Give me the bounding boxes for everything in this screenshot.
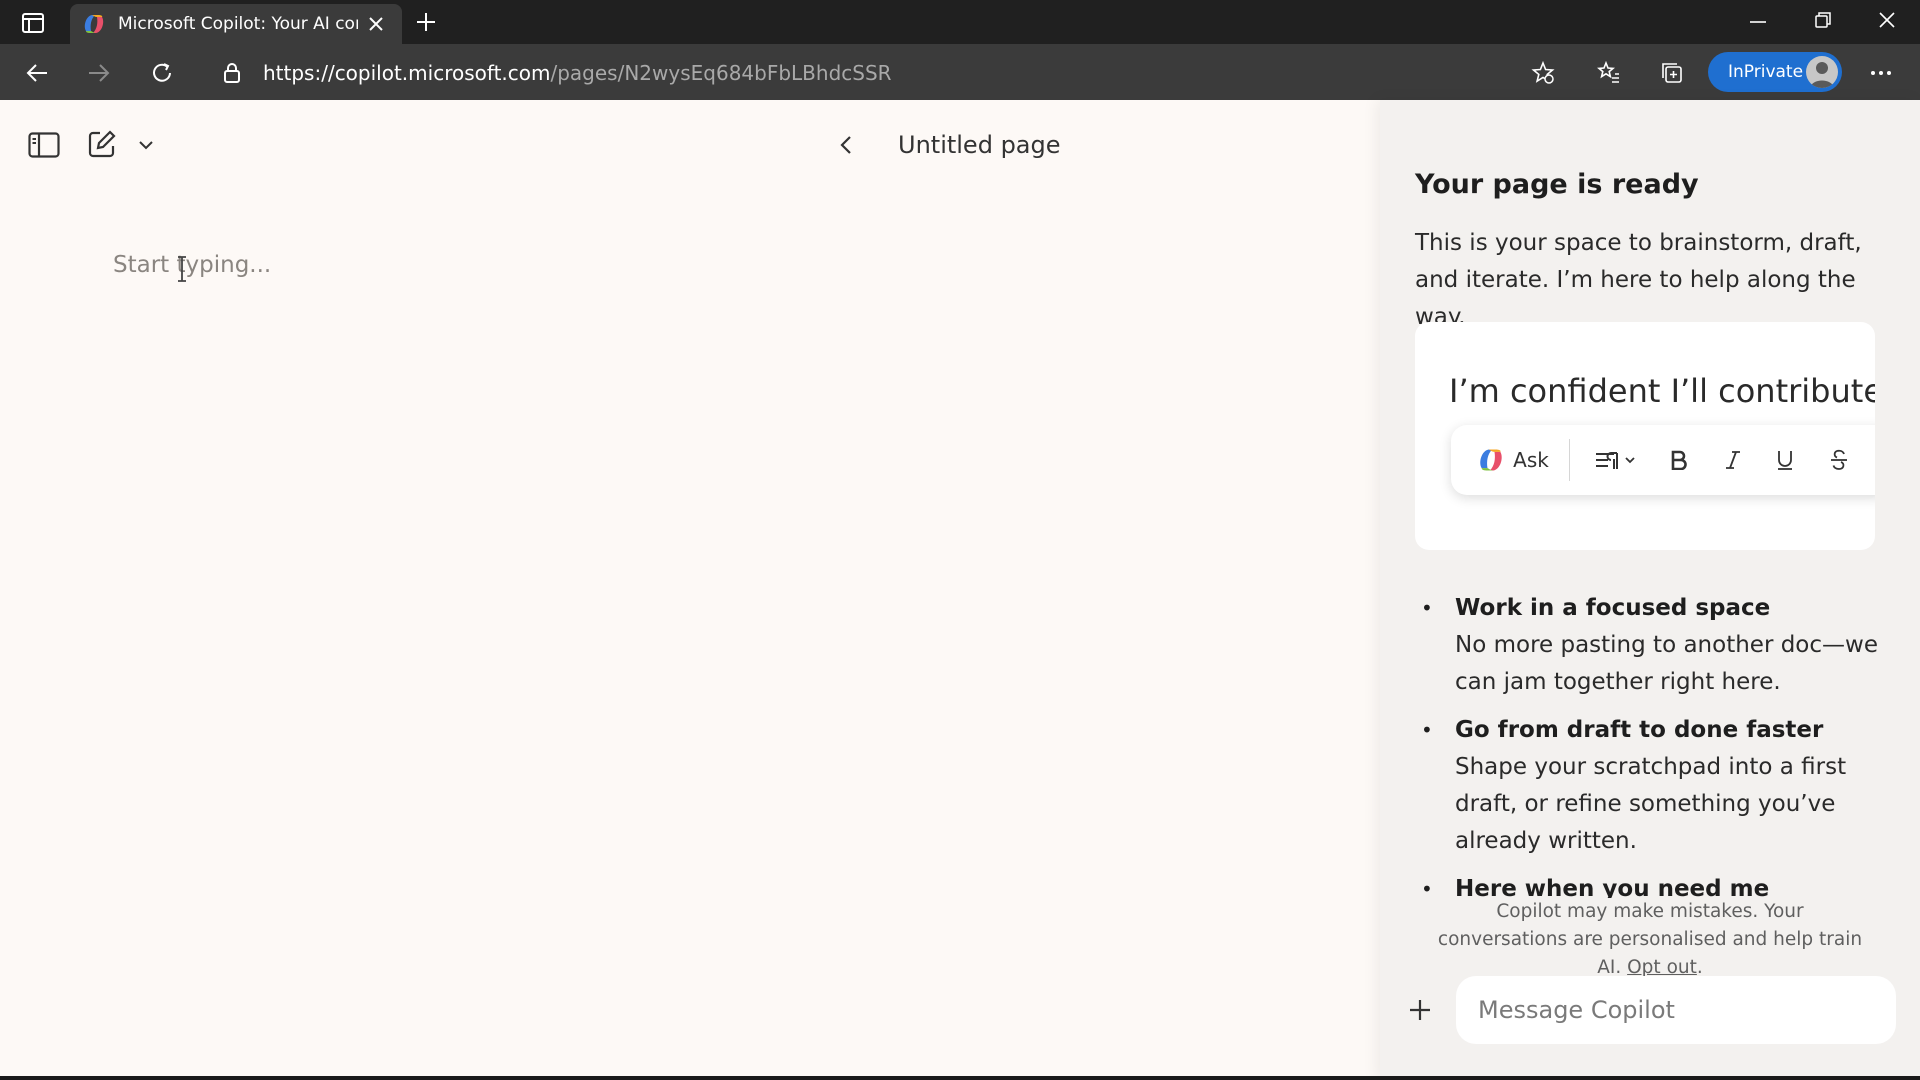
- close-window-icon[interactable]: [1874, 8, 1900, 32]
- feature-title: Go from draft to done faster: [1455, 712, 1895, 749]
- preview-text: I’m confident I’ll contribute: [1449, 370, 1875, 412]
- panel-title: Your page is ready: [1415, 168, 1699, 202]
- underline-icon[interactable]: [1769, 442, 1801, 478]
- italic-icon[interactable]: [1717, 442, 1749, 478]
- feature-desc: No more pasting to another doc—we can ja…: [1455, 627, 1895, 701]
- toolbar-divider: [1569, 439, 1570, 481]
- browser-toolbar: https://copilot.microsoft.com/pages/N2wy…: [0, 44, 1920, 100]
- minimize-icon[interactable]: [1746, 10, 1770, 34]
- disclaimer: Copilot may make mistakes. Your conversa…: [1430, 898, 1870, 956]
- sidebar-toggle-icon[interactable]: [26, 130, 62, 160]
- list-item: • Work in a focused space No more pastin…: [1415, 590, 1895, 701]
- page-title[interactable]: Untitled page: [898, 130, 1061, 160]
- tab-title: Microsoft Copilot: Your AI companion: [118, 13, 358, 35]
- back-arrow-icon[interactable]: [22, 58, 52, 88]
- browser-titlebar: Microsoft Copilot: Your AI companion: [0, 0, 1920, 44]
- bottom-border: [0, 1076, 1920, 1080]
- inprivate-label: InPrivate: [1728, 62, 1803, 82]
- add-favorite-icon[interactable]: [1528, 58, 1558, 88]
- restore-icon[interactable]: [1810, 8, 1836, 32]
- bullet: •: [1421, 596, 1433, 620]
- feature-list: • Work in a focused space No more pastin…: [1415, 590, 1895, 919]
- url-path: /pages/N2wysEq684bFbLBhdcSSR: [550, 61, 891, 85]
- editor-placeholder[interactable]: Start typing...: [113, 250, 271, 280]
- list-item: • Go from draft to done faster Shape you…: [1415, 712, 1895, 860]
- feature-desc: Shape your scratchpad into a first draft…: [1455, 749, 1895, 860]
- forward-arrow-icon[interactable]: [84, 58, 114, 88]
- tab-actions-icon[interactable]: [18, 10, 48, 36]
- chevron-down-icon[interactable]: [134, 134, 158, 156]
- disclaimer-period: .: [1697, 957, 1703, 978]
- close-tab-icon[interactable]: [366, 14, 386, 34]
- paragraph-style-button[interactable]: [1591, 442, 1641, 478]
- refresh-icon[interactable]: [147, 58, 177, 88]
- bullet: •: [1421, 718, 1433, 742]
- address-bar[interactable]: https://copilot.microsoft.com/pages/N2wy…: [263, 60, 892, 86]
- message-placeholder: Message Copilot: [1478, 996, 1675, 1024]
- strikethrough-icon[interactable]: [1823, 442, 1855, 478]
- collections-icon[interactable]: [1657, 58, 1687, 88]
- message-input[interactable]: Message Copilot: [1456, 976, 1896, 1044]
- opt-out-link[interactable]: Opt out: [1627, 957, 1697, 978]
- more-options-icon[interactable]: [1866, 58, 1896, 88]
- text-cursor-icon: [176, 256, 188, 282]
- preview-card: I’m confident I’ll contribute Ask: [1415, 322, 1875, 550]
- ask-label: Ask: [1513, 448, 1549, 472]
- back-chevron-icon[interactable]: [834, 130, 858, 160]
- profile-avatar-icon: [1806, 56, 1838, 88]
- copilot-logo-icon: [82, 13, 106, 35]
- inprivate-button[interactable]: InPrivate: [1708, 52, 1842, 92]
- bold-icon[interactable]: [1663, 442, 1695, 478]
- favorites-icon[interactable]: [1594, 58, 1624, 88]
- formatting-toolbar: Ask: [1451, 425, 1875, 495]
- new-tab-icon[interactable]: [414, 10, 438, 34]
- panel-intro: This is your space to brainstorm, draft,…: [1415, 225, 1895, 336]
- add-attachment-icon[interactable]: [1404, 994, 1436, 1026]
- ask-copilot-button[interactable]: Ask: [1473, 442, 1553, 478]
- lock-icon[interactable]: [219, 60, 245, 86]
- browser-tab-active[interactable]: Microsoft Copilot: Your AI companion: [70, 4, 402, 44]
- new-page-icon[interactable]: [86, 128, 118, 160]
- feature-title: Work in a focused space: [1455, 590, 1895, 627]
- copilot-logo-icon: [1477, 447, 1505, 473]
- url-host: https://copilot.microsoft.com: [263, 61, 550, 85]
